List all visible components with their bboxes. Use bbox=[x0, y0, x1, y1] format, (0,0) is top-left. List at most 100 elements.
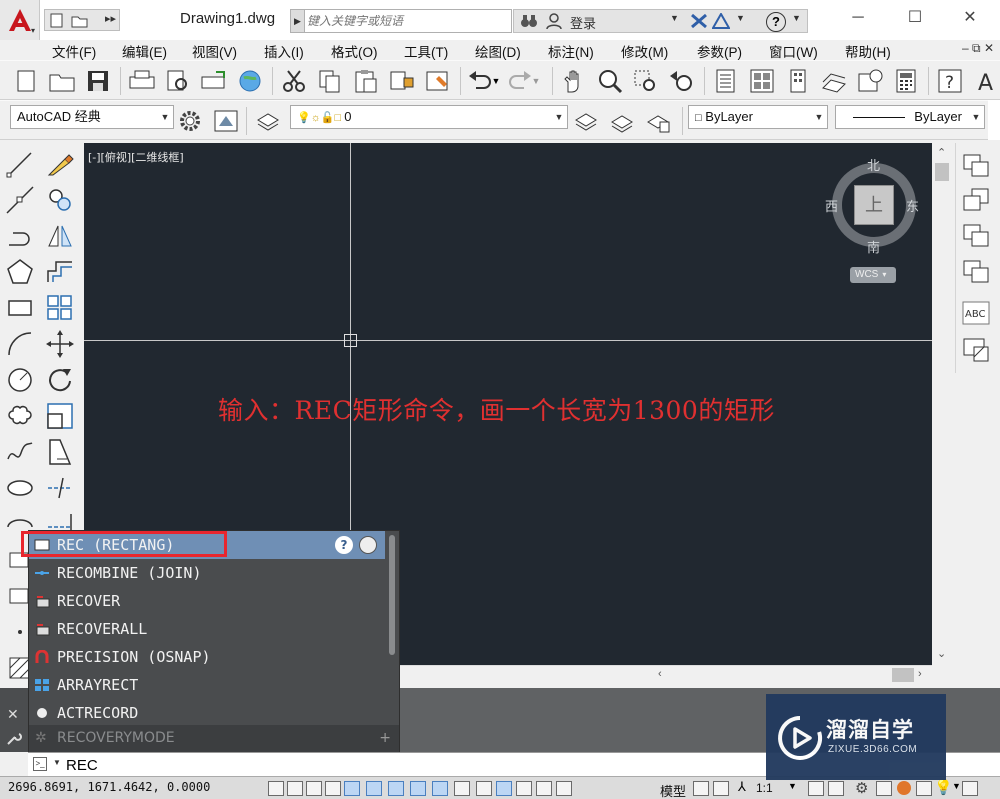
redo-dropdown-icon[interactable]: ▼ bbox=[530, 65, 542, 97]
exchange-x-icon[interactable] bbox=[690, 13, 708, 29]
workspace-dropdown-icon[interactable]: ▼ bbox=[157, 106, 173, 128]
layer-combo[interactable]: 💡☼🔓□ 0 ▼ bbox=[290, 105, 568, 129]
selection-cycling-icon[interactable] bbox=[536, 781, 552, 796]
cut-icon[interactable] bbox=[278, 65, 310, 97]
layer-properties-icon[interactable] bbox=[252, 105, 284, 137]
bring-above-icon[interactable] bbox=[962, 223, 992, 249]
ortho-mode-icon[interactable] bbox=[325, 781, 341, 796]
command-prompt-icon[interactable]: >_ bbox=[33, 757, 47, 771]
autocomplete-item[interactable]: ARRAYRECT bbox=[29, 671, 385, 699]
snap-mode-icon[interactable] bbox=[287, 781, 303, 796]
close-button[interactable]: ✕ bbox=[958, 8, 982, 28]
circle-icon[interactable] bbox=[2, 362, 38, 398]
text-style-icon[interactable]: A bbox=[974, 65, 998, 97]
rotate-icon[interactable] bbox=[42, 362, 78, 398]
menu-view[interactable]: 视图(V) bbox=[192, 41, 237, 61]
zoom-realtime-icon[interactable] bbox=[594, 65, 626, 97]
markup-set-icon[interactable] bbox=[854, 65, 886, 97]
model-space-button[interactable]: 模型 bbox=[660, 781, 686, 799]
stretch-icon[interactable] bbox=[42, 434, 78, 470]
help-icon[interactable]: ? bbox=[766, 12, 786, 32]
allow-dynamic-ucs-icon[interactable] bbox=[432, 781, 448, 796]
a360-icon[interactable] bbox=[712, 13, 730, 29]
autocomplete-item[interactable]: ACTRECORD bbox=[29, 699, 385, 727]
layer-previous-icon[interactable] bbox=[606, 105, 638, 137]
application-menu-button[interactable]: ▾ bbox=[0, 0, 40, 40]
3d-object-snap-icon[interactable] bbox=[388, 781, 404, 796]
command-input[interactable] bbox=[66, 755, 666, 775]
match-properties-icon[interactable] bbox=[386, 65, 418, 97]
status-menu-dropdown-icon[interactable]: ▼ bbox=[952, 781, 961, 791]
mirror-icon[interactable] bbox=[42, 218, 78, 254]
annotation-scale-icon[interactable]: ⅄ bbox=[738, 779, 746, 795]
open-icon[interactable] bbox=[46, 65, 78, 97]
recent-commands-dropdown-icon[interactable]: ▼ bbox=[53, 758, 61, 767]
login-dropdown-icon[interactable]: ▼ bbox=[670, 13, 679, 23]
search-input[interactable] bbox=[307, 12, 507, 30]
undo-dropdown-icon[interactable]: ▼ bbox=[490, 65, 502, 97]
menu-modify[interactable]: 修改(M) bbox=[621, 41, 668, 61]
workspace-settings-gear-icon[interactable] bbox=[174, 105, 206, 137]
autocomplete-category-row[interactable]: ✲ RECOVERYMODE + bbox=[29, 725, 399, 752]
send-to-back-icon[interactable] bbox=[962, 187, 992, 213]
lineweight-icon[interactable] bbox=[476, 781, 492, 796]
clean-screen-icon[interactable] bbox=[210, 105, 242, 137]
annotation-visibility-icon[interactable] bbox=[808, 781, 824, 796]
scroll-left-icon[interactable]: ‹ bbox=[658, 668, 662, 680]
save-icon[interactable] bbox=[82, 65, 114, 97]
revision-cloud-icon[interactable] bbox=[2, 398, 38, 434]
isolate-objects-icon[interactable] bbox=[916, 781, 932, 796]
maximize-button[interactable]: ☐ bbox=[903, 8, 927, 28]
properties-icon[interactable] bbox=[710, 65, 742, 97]
zoom-window-icon[interactable] bbox=[630, 65, 662, 97]
quick-view-drawings-icon[interactable] bbox=[713, 781, 729, 796]
menu-insert[interactable]: 插入(I) bbox=[264, 41, 304, 61]
polar-tracking-icon[interactable] bbox=[344, 781, 360, 796]
viewcube-top-face[interactable]: 上 bbox=[854, 185, 894, 225]
scroll-up-icon[interactable]: ⌃ bbox=[937, 146, 946, 159]
autocomplete-scrollbar[interactable] bbox=[387, 533, 399, 723]
calculator-icon[interactable] bbox=[890, 65, 922, 97]
bring-to-front-icon[interactable] bbox=[962, 153, 992, 179]
help-icon[interactable]: ? bbox=[335, 536, 353, 554]
menu-window[interactable]: 窗口(W) bbox=[769, 41, 818, 61]
pan-icon[interactable] bbox=[558, 65, 590, 97]
hardware-acceleration-icon[interactable] bbox=[897, 781, 911, 795]
arc-icon[interactable] bbox=[2, 326, 38, 362]
menu-file[interactable]: 文件(F) bbox=[52, 41, 96, 61]
horizontal-scrollbar[interactable]: ‹ › bbox=[400, 665, 932, 685]
publish-web-icon[interactable] bbox=[234, 65, 266, 97]
workspace-combo[interactable]: AutoCAD 经典 ▼ bbox=[10, 105, 174, 129]
line-icon[interactable] bbox=[2, 146, 38, 182]
compass-south[interactable]: 南 bbox=[867, 237, 880, 256]
autocomplete-scroll-thumb[interactable] bbox=[389, 535, 395, 655]
autocomplete-item[interactable]: RECOVER bbox=[29, 587, 385, 615]
lightbulb-icon[interactable]: 💡 bbox=[934, 778, 953, 796]
annotation-monitor-icon[interactable] bbox=[556, 781, 572, 796]
new-file-icon[interactable] bbox=[49, 13, 65, 28]
menu-help[interactable]: 帮助(H) bbox=[845, 41, 891, 61]
compass-east[interactable]: 东 bbox=[906, 196, 919, 215]
menu-draw[interactable]: 绘图(D) bbox=[475, 41, 521, 61]
infer-constraints-icon[interactable] bbox=[268, 781, 284, 796]
construction-line-icon[interactable] bbox=[2, 182, 38, 218]
make-current-layer-icon[interactable] bbox=[570, 105, 602, 137]
horizontal-scroll-thumb[interactable] bbox=[892, 668, 914, 682]
quick-properties-icon[interactable] bbox=[516, 781, 532, 796]
a360-dropdown-icon[interactable]: ▼ bbox=[736, 13, 745, 23]
user-icon[interactable] bbox=[546, 13, 562, 29]
array-icon[interactable] bbox=[42, 290, 78, 326]
autocomplete-item[interactable]: RECOMBINE (JOIN) bbox=[29, 559, 385, 587]
rectangle-icon[interactable] bbox=[2, 290, 38, 326]
move-icon[interactable] bbox=[42, 326, 78, 362]
sheet-set-icon[interactable] bbox=[818, 65, 850, 97]
block-editor-icon[interactable] bbox=[422, 65, 454, 97]
plot-icon[interactable] bbox=[126, 65, 158, 97]
viewcube[interactable]: 上 北 南 东 西 WCS ▾ bbox=[822, 153, 926, 283]
annotation-scale-dropdown-icon[interactable]: ▼ bbox=[788, 781, 797, 791]
help-dropdown-icon[interactable]: ▼ bbox=[792, 13, 801, 23]
search-expand-icon[interactable]: ▶ bbox=[291, 10, 305, 32]
offset-icon[interactable] bbox=[42, 254, 78, 290]
binoculars-icon[interactable] bbox=[520, 13, 538, 29]
compass-west[interactable]: 西 bbox=[825, 196, 838, 215]
